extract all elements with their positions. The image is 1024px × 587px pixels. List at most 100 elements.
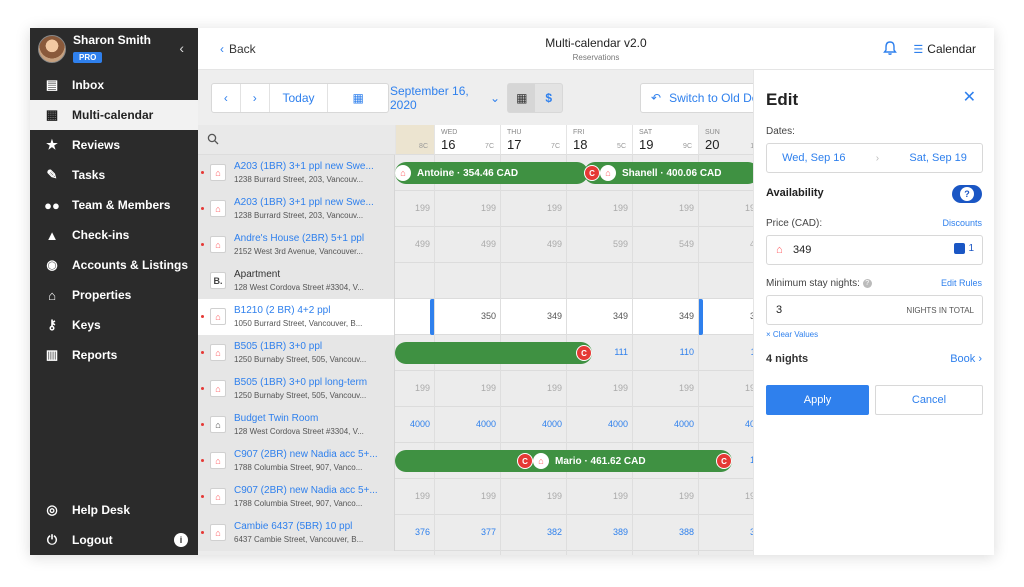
- book-link[interactable]: Book ›: [950, 353, 982, 365]
- nav-item-keys[interactable]: ⚷ Keys: [30, 310, 198, 340]
- nav-item-logout[interactable]: ⏻ Logout i: [30, 525, 198, 555]
- notification-bell-icon[interactable]: [882, 40, 898, 56]
- collapse-sidebar-icon[interactable]: ‹: [179, 40, 184, 56]
- availability-toggle[interactable]: ?: [952, 185, 982, 203]
- help-icon[interactable]: ?: [862, 278, 872, 288]
- date-range-picker[interactable]: Wed, Sep 16 › Sat, Sep 19: [766, 143, 983, 173]
- reservation-bar[interactable]: ⌂ Antoine · 354.46 CAD: [395, 162, 588, 184]
- today-button[interactable]: Today: [270, 84, 328, 112]
- price-cell[interactable]: 199: [374, 383, 430, 393]
- close-icon[interactable]: ✕: [963, 87, 976, 107]
- nav-item-inbox[interactable]: ▤ Inbox: [30, 70, 198, 100]
- price-cell[interactable]: 39: [704, 527, 753, 537]
- calendar-view-icon[interactable]: ▦: [508, 84, 536, 112]
- listing-label[interactable]: ⌂ A203 (1BR) 3+1 ppl new Swe... 1238 Burra…: [198, 155, 395, 191]
- price-cell[interactable]: 199: [374, 491, 430, 501]
- price-cell[interactable]: 199: [572, 383, 628, 393]
- price-cell[interactable]: 199: [572, 203, 628, 213]
- prev-button[interactable]: ‹: [212, 84, 240, 112]
- date-to[interactable]: Sat, Sep 19: [909, 152, 967, 164]
- day-number: 19: [639, 137, 654, 152]
- reservation-bar[interactable]: C: [395, 342, 592, 364]
- nav-item-properties[interactable]: ⌂ Properties: [30, 280, 198, 310]
- price-cell[interactable]: 199: [440, 491, 496, 501]
- price-cell[interactable]: 199: [506, 491, 562, 501]
- price-cell[interactable]: 199: [704, 203, 753, 213]
- calendar-link[interactable]: ☰ Calendar: [913, 42, 976, 56]
- date-from[interactable]: Wed, Sep 16: [782, 152, 845, 164]
- price-cell[interactable]: 4000: [638, 419, 694, 429]
- listing-label[interactable]: ⌂ B505 (1BR) 3+0 ppl long-term 1250 Burnab…: [198, 371, 395, 407]
- price-cell[interactable]: 499: [440, 239, 496, 249]
- price-cell[interactable]: 199: [506, 203, 562, 213]
- price-cell[interactable]: 199: [440, 383, 496, 393]
- price-cell[interactable]: 199: [440, 203, 496, 213]
- price-cell[interactable]: 350: [440, 311, 496, 321]
- discounts-link[interactable]: Discounts: [942, 218, 982, 228]
- price-cell[interactable]: 199: [638, 383, 694, 393]
- price-cell[interactable]: 110: [638, 347, 694, 357]
- apply-button[interactable]: Apply: [766, 385, 869, 415]
- nav-item-team[interactable]: ●● Team & Members: [30, 190, 198, 220]
- listing-label[interactable]: B. Apartment 128 West Cordova Street #3304…: [198, 263, 395, 299]
- price-cell[interactable]: 199: [374, 203, 430, 213]
- price-cell[interactable]: 199: [704, 383, 753, 393]
- price-cell[interactable]: 11: [704, 347, 753, 357]
- price-cell[interactable]: 349: [638, 311, 694, 321]
- price-cell[interactable]: 549: [638, 239, 694, 249]
- price-cell[interactable]: 389: [572, 527, 628, 537]
- price-cell[interactable]: 349: [506, 311, 562, 321]
- price-cell[interactable]: 349: [572, 311, 628, 321]
- edit-rules-link[interactable]: Edit Rules: [941, 278, 982, 288]
- reservation-bar[interactable]: C ⌂ Shanell · 400.06 CAD: [584, 162, 753, 184]
- price-cell[interactable]: 4000: [440, 419, 496, 429]
- price-cell[interactable]: 4000: [506, 419, 562, 429]
- clear-values-link[interactable]: × Clear Values: [766, 330, 818, 339]
- price-cell[interactable]: 199: [704, 491, 753, 501]
- listing-label[interactable]: ⌂ C907 (2BR) new Nadia acc 5+... 1788 Colu…: [198, 479, 395, 515]
- listing-label[interactable]: ⌂ Cambie 6437 (5BR) 10 ppl 6437 Cambie Str…: [198, 515, 395, 551]
- listing-label[interactable]: ⌂ B1210 (2 BR) 4+2 ppl 1050 Burrard Street…: [198, 299, 395, 335]
- calendar-picker-icon[interactable]: ▦: [328, 84, 388, 112]
- reservation-bar[interactable]: C ⌂ Mario · 461.62 CAD C: [395, 450, 732, 472]
- price-cell[interactable]: 382: [506, 527, 562, 537]
- price-input[interactable]: ⌂ 349 1: [766, 235, 983, 265]
- price-cell[interactable]: 499: [506, 239, 562, 249]
- nav-item-reports[interactable]: ▥ Reports: [30, 340, 198, 370]
- listing-label[interactable]: ⌂ Budget Twin Room 128 West Cordova Street…: [198, 407, 395, 443]
- price-cell[interactable]: 199: [506, 383, 562, 393]
- user-profile[interactable]: Sharon Smith PRO ‹: [30, 28, 198, 70]
- listing-name: A203 (1BR) 3+1 ppl new Swe...: [234, 197, 374, 208]
- listing-label[interactable]: ⌂ C907 (2BR) new Nadia acc 5+... 1788 Colu…: [198, 443, 395, 479]
- listing-search[interactable]: [198, 125, 395, 155]
- price-cell[interactable]: 388: [638, 527, 694, 537]
- price-cell[interactable]: 376: [374, 527, 430, 537]
- price-cell[interactable]: 377: [440, 527, 496, 537]
- price-cell[interactable]: 199: [572, 491, 628, 501]
- nav-item-reviews[interactable]: ★ Reviews: [30, 130, 198, 160]
- price-cell[interactable]: 4000: [572, 419, 628, 429]
- nav-item-multi-calendar[interactable]: ▦ Multi-calendar: [30, 100, 198, 130]
- date-selector[interactable]: September 16, 2020 ⌄: [390, 84, 500, 112]
- listing-label[interactable]: ⌂ B505 (1BR) 3+0 ppl 1250 Burnaby Street, …: [198, 335, 395, 371]
- price-cell[interactable]: 499: [374, 239, 430, 249]
- listing-label[interactable]: ⌂ A203 (1BR) 3+1 ppl new Swe... 1238 Burra…: [198, 191, 395, 227]
- info-icon[interactable]: i: [174, 533, 188, 547]
- price-cell[interactable]: 400: [704, 419, 753, 429]
- price-cell[interactable]: 599: [572, 239, 628, 249]
- minstay-input[interactable]: 3 NIGHTS IN TOTAL: [766, 295, 983, 325]
- price-cell[interactable]: 34: [704, 311, 753, 321]
- price-cell[interactable]: 199: [638, 203, 694, 213]
- listing-label[interactable]: ⌂ Andre's House (2BR) 5+1 ppl 2152 West 3r…: [198, 227, 395, 263]
- price-cell[interactable]: 199: [638, 491, 694, 501]
- next-button[interactable]: ›: [241, 84, 269, 112]
- price-view-button[interactable]: $: [535, 84, 562, 112]
- nav-item-check-ins[interactable]: ▲ Check-ins: [30, 220, 198, 250]
- listing-name: Cambie 6437 (5BR) 10 ppl: [234, 521, 353, 532]
- nav-item-accounts[interactable]: ◉ Accounts & Listings: [30, 250, 198, 280]
- nav-item-tasks[interactable]: ✎ Tasks: [30, 160, 198, 190]
- nav-item-help-desk[interactable]: ◎ Help Desk: [30, 495, 198, 525]
- price-cell[interactable]: 4000: [374, 419, 430, 429]
- price-cell[interactable]: 49: [704, 239, 753, 249]
- cancel-button[interactable]: Cancel: [875, 385, 983, 415]
